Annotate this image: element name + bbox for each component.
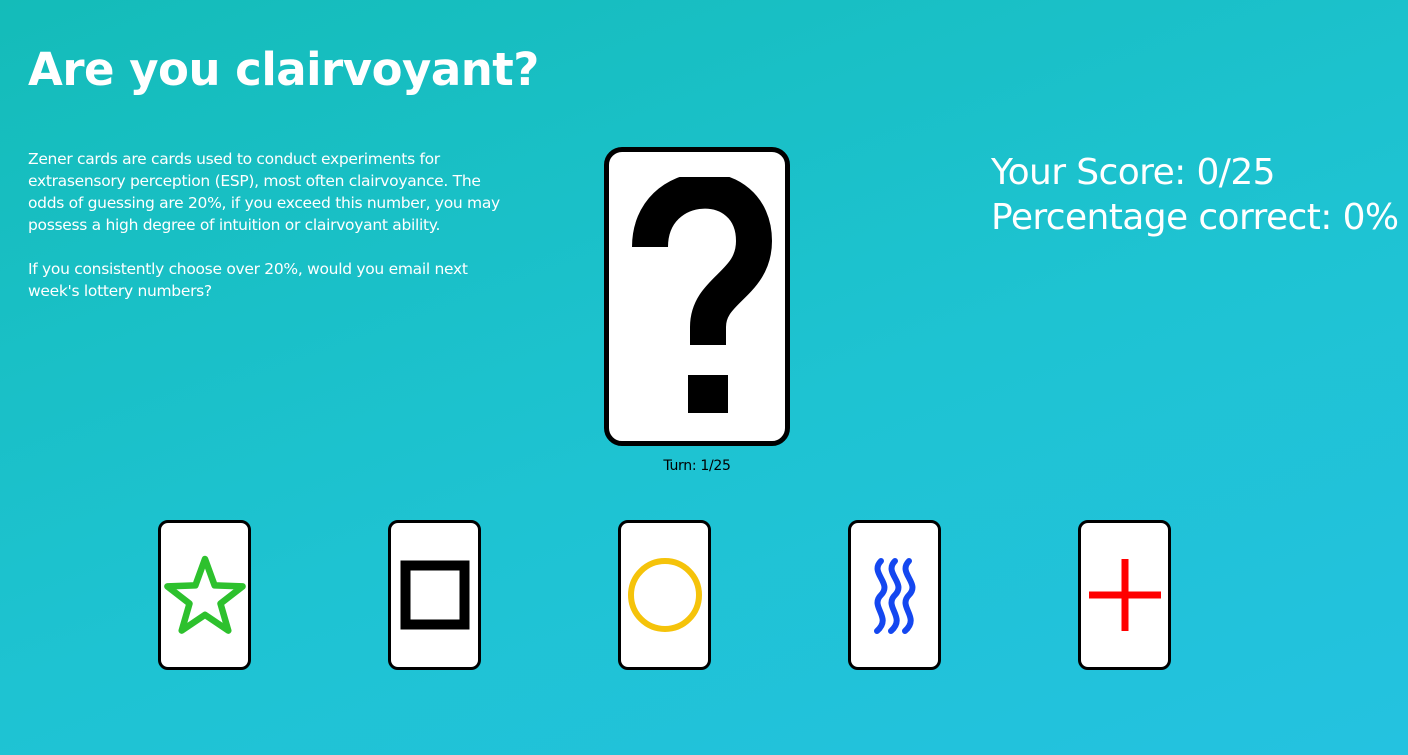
- choice-card-waves[interactable]: [848, 520, 941, 670]
- choice-card-cross[interactable]: [1078, 520, 1171, 670]
- question-mark-icon: [632, 176, 772, 413]
- cross-icon: [1088, 559, 1161, 631]
- choice-card-square[interactable]: [388, 520, 481, 670]
- mystery-card[interactable]: [604, 147, 790, 446]
- intro-text: Zener cards are cards used to conduct ex…: [28, 148, 508, 302]
- page-title: Are you clairvoyant?: [28, 43, 539, 96]
- choice-card-star[interactable]: [158, 520, 251, 670]
- score-label: Your Score: 0/25: [991, 152, 1276, 193]
- square-icon: [400, 560, 469, 630]
- waves-icon: [873, 558, 915, 634]
- score-panel: Your Score: 0/25 Percentage correct: 0%: [991, 150, 1399, 240]
- turn-counter: Turn: 1/25: [663, 458, 731, 474]
- choice-card-circle[interactable]: [618, 520, 711, 670]
- percentage-label: Percentage correct: 0%: [991, 197, 1399, 238]
- intro-paragraph: Zener cards are cards used to conduct ex…: [28, 150, 500, 234]
- intro-paragraph: If you consistently choose over 20%, wou…: [28, 260, 468, 300]
- circle-icon: [627, 558, 702, 632]
- star-icon: [163, 555, 246, 634]
